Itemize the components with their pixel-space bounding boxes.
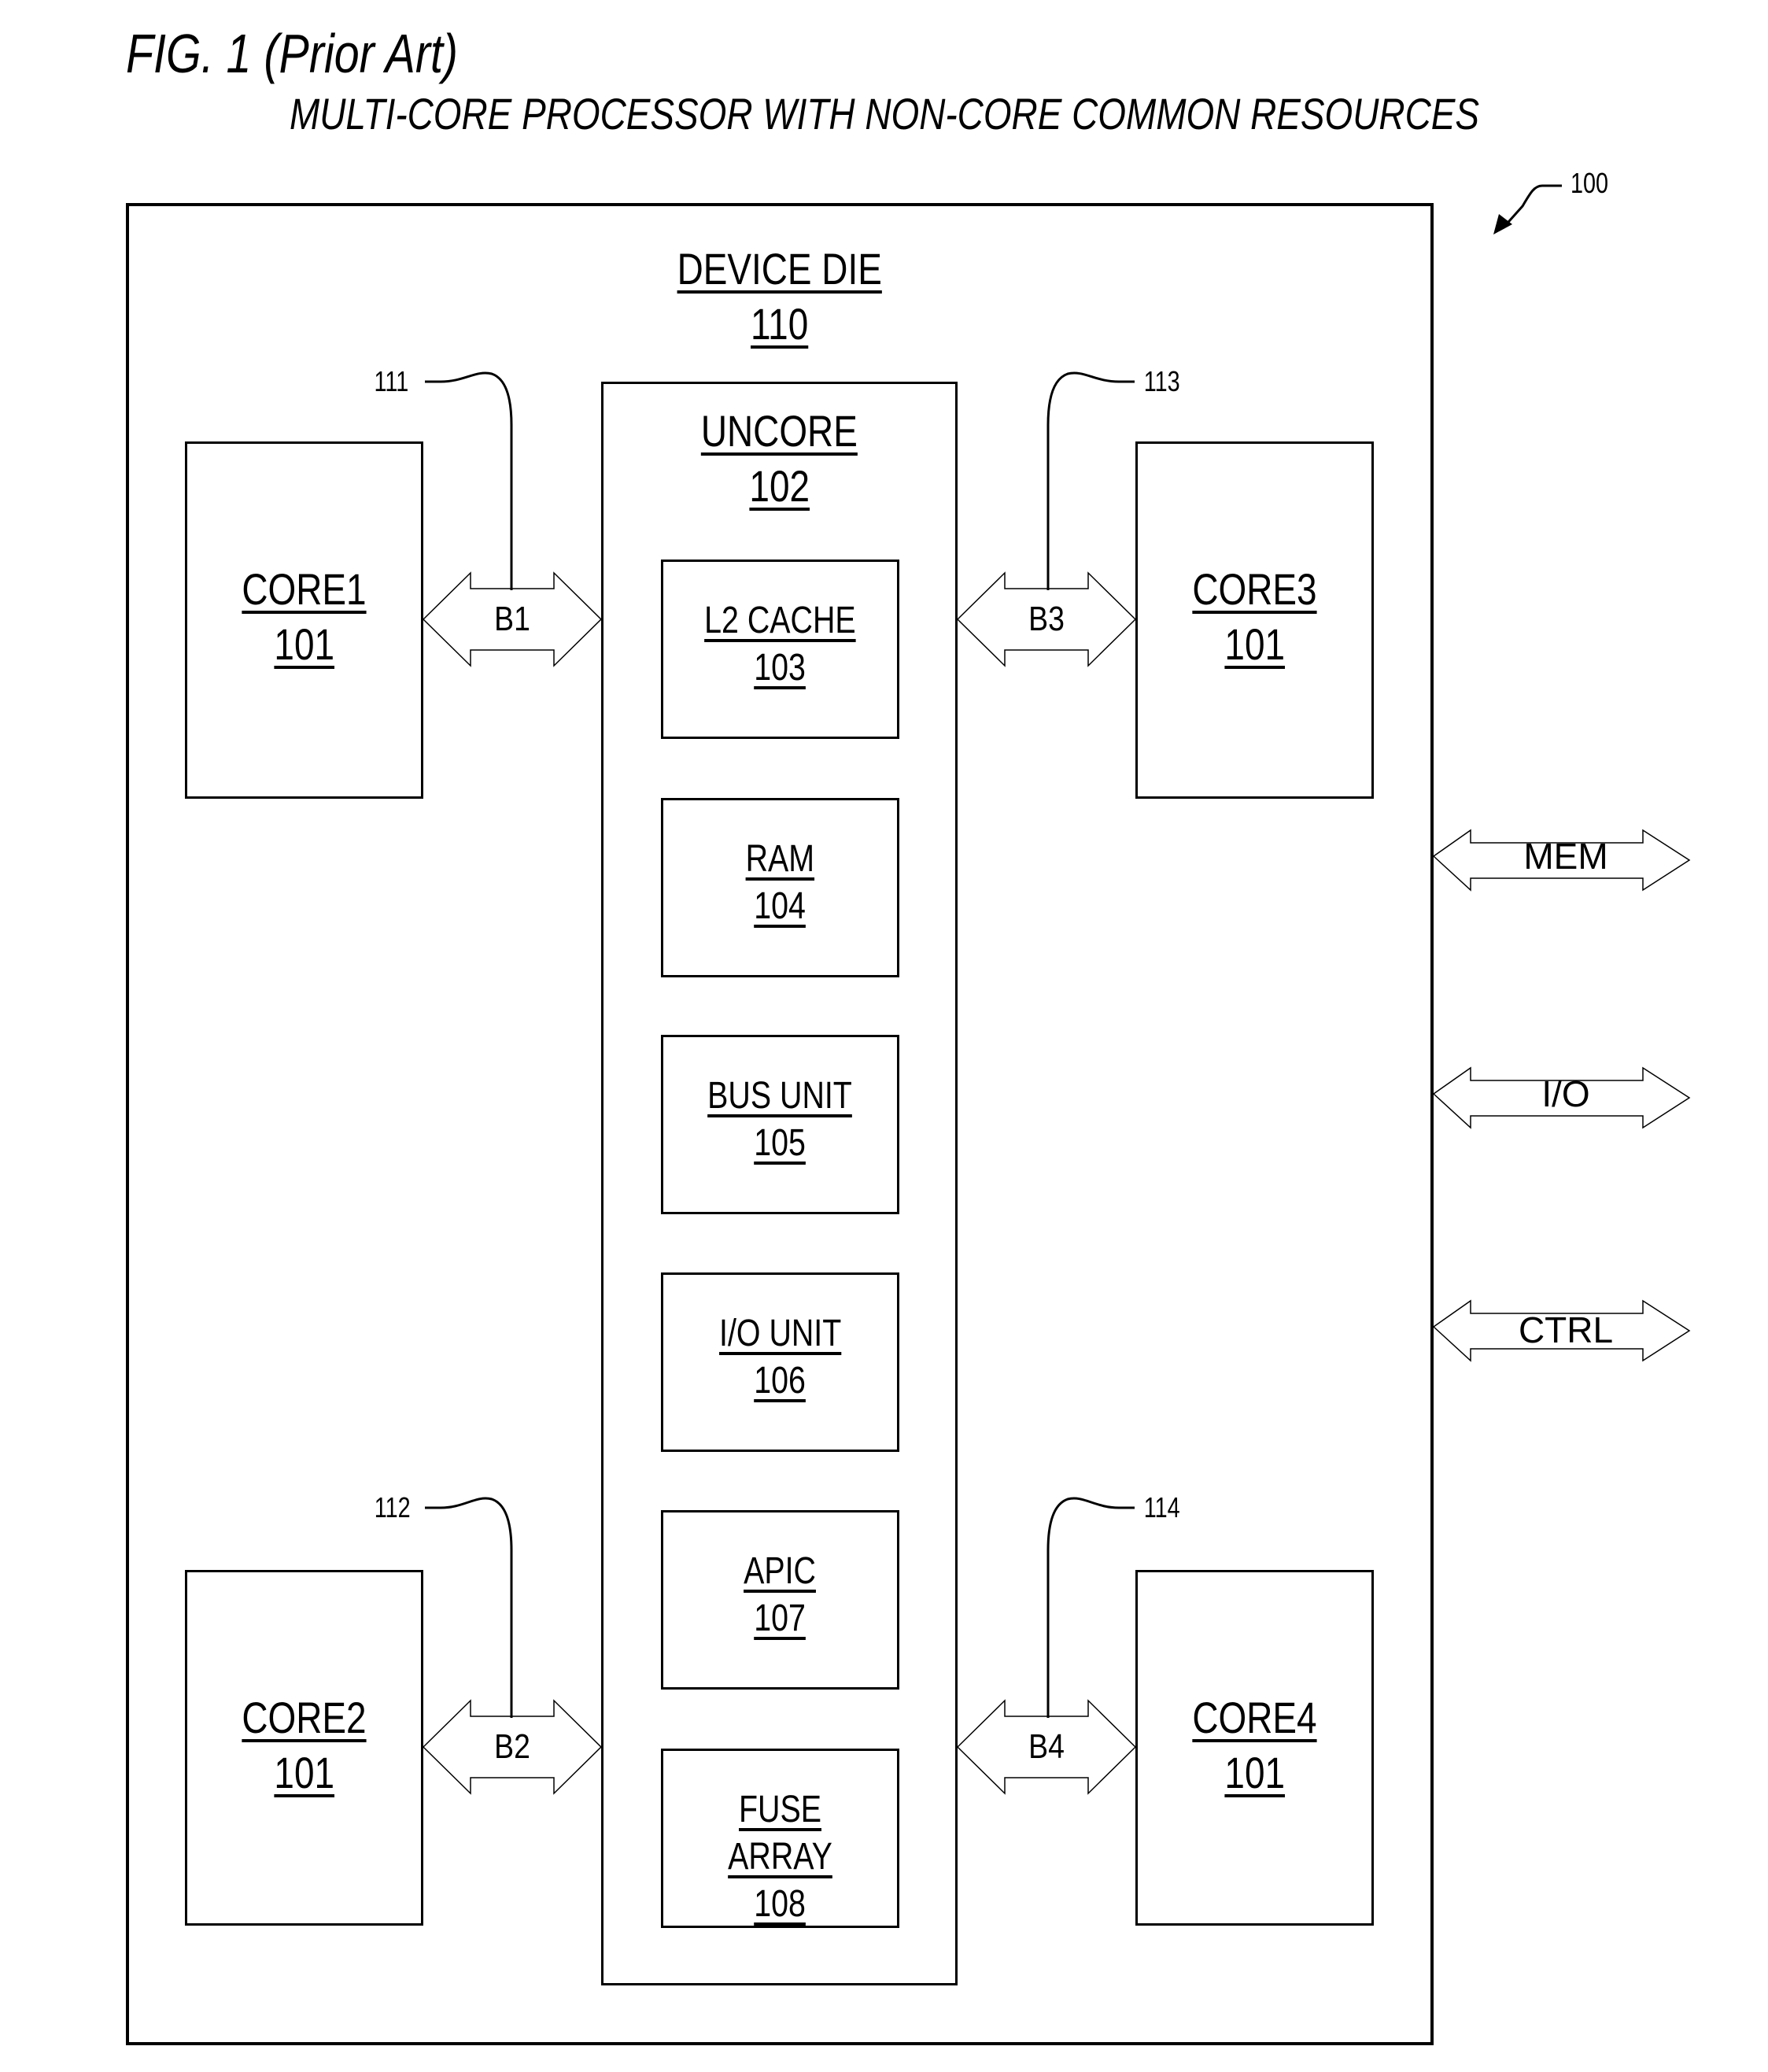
core3-label: CORE3 xyxy=(1192,564,1317,614)
ref-label-100: 100 xyxy=(1571,167,1609,199)
figure-subtitle: MULTI-CORE PROCESSOR WITH NON-CORE COMMO… xyxy=(290,89,1480,139)
core3-block: CORE3 101 xyxy=(1135,441,1374,799)
l2-cache-block: L2 CACHE 103 xyxy=(661,560,899,739)
core1-block: CORE1 101 xyxy=(185,441,423,799)
ctrl-label: CTRL xyxy=(1518,1309,1614,1350)
l2-cache-ref: 103 xyxy=(754,647,806,689)
core2-block: CORE2 101 xyxy=(185,1570,423,1926)
core3-ref: 101 xyxy=(1224,619,1285,669)
io-label: I/O xyxy=(1541,1073,1590,1114)
fuse-array-block: FUSE ARRAY 108 xyxy=(661,1749,899,1928)
figure-title: FIG. 1 (Prior Art) xyxy=(126,23,459,84)
ref-100-arrow-line xyxy=(1501,184,1562,229)
io-unit-ref: 106 xyxy=(754,1360,806,1402)
bus-label-b4: B4 xyxy=(1028,1727,1065,1766)
ref-label-112: 112 xyxy=(374,1491,411,1524)
core2-ref: 101 xyxy=(274,1748,334,1797)
core2-label: CORE2 xyxy=(242,1693,367,1742)
apic-label: APIC xyxy=(744,1550,817,1592)
device-die-ref: 110 xyxy=(751,299,809,349)
core4-label: CORE4 xyxy=(1192,1693,1317,1742)
bus-unit-label: BUS UNIT xyxy=(707,1075,853,1117)
ram-label: RAM xyxy=(745,838,815,880)
io-unit-label: I/O UNIT xyxy=(718,1313,842,1354)
l2-cache-label: L2 CACHE xyxy=(704,600,856,641)
apic-ref: 107 xyxy=(754,1597,806,1639)
core1-label: CORE1 xyxy=(242,564,367,614)
core4-block: CORE4 101 xyxy=(1135,1570,1374,1926)
bus-label-b2: B2 xyxy=(494,1727,530,1766)
bus-label-b3: B3 xyxy=(1028,600,1065,638)
uncore-ref: 102 xyxy=(749,461,810,511)
fuse-array-ref: 108 xyxy=(754,1883,806,1925)
uncore-label: UNCORE xyxy=(700,406,858,456)
mem-label: MEM xyxy=(1523,836,1608,877)
ref-100-arrowhead xyxy=(1493,214,1512,235)
bus-unit-block: BUS UNIT 105 xyxy=(661,1035,899,1214)
device-die-label: DEVICE DIE xyxy=(677,244,883,294)
core4-ref: 101 xyxy=(1224,1748,1285,1797)
io-unit-block: I/O UNIT 106 xyxy=(661,1272,899,1452)
ram-block: RAM 104 xyxy=(661,798,899,977)
core1-ref: 101 xyxy=(274,619,334,669)
ref-label-113: 113 xyxy=(1143,365,1180,397)
ref-label-114: 114 xyxy=(1143,1491,1180,1524)
ram-ref: 104 xyxy=(754,885,806,927)
apic-block: APIC 107 xyxy=(661,1510,899,1690)
bus-unit-ref: 105 xyxy=(754,1122,806,1164)
ref-label-111: 111 xyxy=(374,365,409,397)
fuse-array-label: FUSE ARRAY xyxy=(728,1789,832,1878)
bus-label-b1: B1 xyxy=(494,600,530,638)
